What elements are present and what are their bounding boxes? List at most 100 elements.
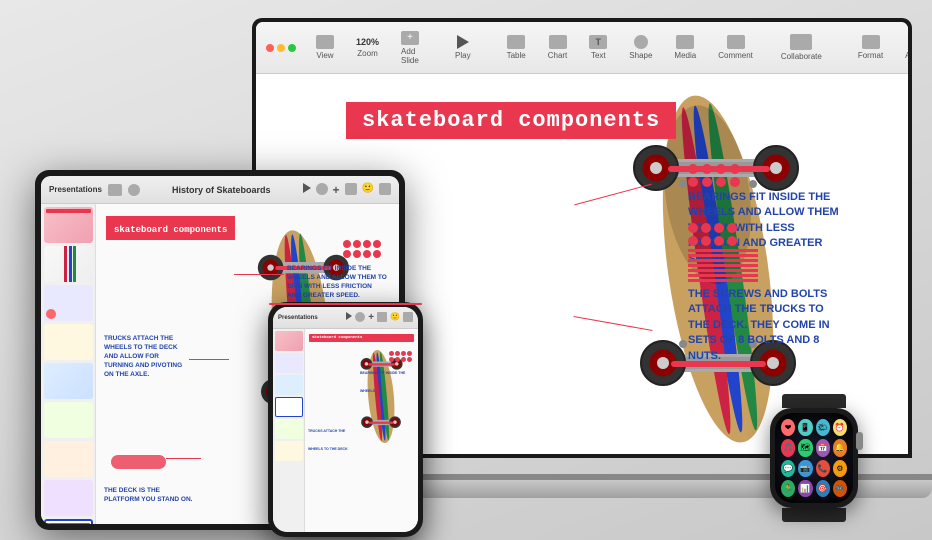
watch-crown <box>856 432 863 450</box>
apple-watch: ❤ 📱 🌤 ⏰ 🎵 🗺 📅 🔔 💬 📷 📞 ⚙ 🏃 📊 🎯 🎮 <box>764 394 864 512</box>
watch-app-camera[interactable]: 📷 <box>798 460 812 477</box>
iphone-thumb-4[interactable] <box>275 397 303 417</box>
watch-body: ❤ 📱 🌤 ⏰ 🎵 🗺 📅 🔔 💬 📷 📞 ⚙ 🏃 📊 🎯 🎮 <box>770 408 858 508</box>
iphone-thumb-2[interactable] <box>275 353 303 373</box>
toolbar-chart[interactable]: Chart <box>540 35 576 60</box>
watch-app-phone[interactable]: 📱 <box>798 419 812 436</box>
toolbar-add-slide[interactable]: + Add Slide <box>393 31 427 65</box>
iphone-thumb-1[interactable] <box>275 331 303 351</box>
iphone: Presentations + 🙂 <box>268 302 423 537</box>
bearings-dots-row1 <box>688 164 848 174</box>
ipad-slides-icon[interactable] <box>108 184 122 196</box>
watch-app-games[interactable]: 🎮 <box>833 480 847 497</box>
dot <box>727 236 737 246</box>
screw-line <box>688 259 758 262</box>
iphone-screen: Presentations + 🙂 <box>273 307 418 532</box>
watch-app-calendar[interactable]: 📅 <box>816 439 830 456</box>
dot <box>714 236 724 246</box>
ipad-export-icon[interactable] <box>379 183 391 195</box>
watch-app-notifications[interactable]: 🔔 <box>833 439 847 456</box>
iphone-plus-icon[interactable]: + <box>368 312 374 323</box>
ipad-emoji-icon[interactable]: 🙂 <box>362 183 374 197</box>
dot <box>716 164 726 174</box>
iphone-slide-title: skateboard components <box>312 336 362 340</box>
toolbar-collaborate[interactable]: Collaborate <box>773 34 830 61</box>
ipad-presentations-label[interactable]: Presentations <box>49 185 102 194</box>
iphone-play-icon[interactable] <box>346 312 352 320</box>
screw-line <box>688 254 758 257</box>
dot <box>727 223 737 233</box>
ipad-connector-1 <box>234 274 284 275</box>
toolbar-format[interactable]: Format <box>850 35 891 60</box>
ipad-topbar: Presentations History of Skateboards + 🙂 <box>41 176 399 204</box>
ipad-sidebar <box>41 204 96 524</box>
toolbar-comment[interactable]: Comment <box>710 35 761 60</box>
iphone-thumb-6[interactable] <box>275 441 303 461</box>
watch-app-clock[interactable]: ⏰ <box>833 419 847 436</box>
watch-app-settings[interactable]: ⚙ <box>833 460 847 477</box>
dot <box>730 164 740 174</box>
watch-app-maps[interactable]: 🗺 <box>798 439 812 456</box>
ipad-thumb-9[interactable] <box>44 519 93 524</box>
watch-app-fitness[interactable]: 🏃 <box>781 480 795 497</box>
ipad-thumb-5[interactable] <box>44 363 93 399</box>
iphone-thumb-5[interactable] <box>275 419 303 439</box>
iphone-mini-text-2: TRUCKS ATTACH THE WHEELS TO THE DECK <box>308 419 353 455</box>
ipad-slide-title-banner: skateboard components <box>106 216 235 240</box>
dot <box>688 177 698 187</box>
screw-line <box>688 269 758 272</box>
toolbar-view[interactable]: View <box>308 35 342 60</box>
toolbar-table[interactable]: Table <box>499 35 534 60</box>
ipad-thumb-1[interactable] <box>44 207 93 243</box>
ipad-trucks-text: TRUCKS ATTACH THE WHEELS TO THE DECK AND… <box>104 334 189 379</box>
screws-annotation: THE SCREWS AND BOLTS ATTACH THE TRUCKS T… <box>688 223 848 364</box>
watch-app-heart[interactable]: ❤ <box>781 419 795 436</box>
ipad-thumb-7[interactable] <box>44 441 93 477</box>
toolbar-zoom[interactable]: 120% Zoom <box>348 37 387 58</box>
watch-app-phone2[interactable]: 📞 <box>816 460 830 477</box>
screw-line <box>688 249 758 252</box>
watch-strap-top <box>782 394 846 408</box>
toolbar-shape[interactable]: Shape <box>621 35 660 60</box>
watch-app-music[interactable]: 🎵 <box>781 439 795 456</box>
iphone-more-icon[interactable] <box>377 312 387 322</box>
ipad-share-icon[interactable] <box>316 183 328 195</box>
ipad-info-icon[interactable] <box>128 184 140 196</box>
macbook-toolbar: View 120% Zoom + Add Slide Play <box>256 22 908 74</box>
dot <box>688 164 698 174</box>
ipad-thumb-2[interactable] <box>44 246 93 282</box>
bearings-dots-row2 <box>688 177 848 187</box>
watch-app-activity[interactable]: 📊 <box>798 480 812 497</box>
ipad-toolbar-icons: + 🙂 <box>303 183 391 197</box>
ipad-deck-text: THE DECK IS THE PLATFORM YOU STAND ON. <box>104 486 194 504</box>
ipad-slide-title: skateboard components <box>114 225 227 235</box>
screws-lines-graphic <box>688 249 848 282</box>
toolbar-text[interactable]: T Text <box>581 35 615 60</box>
watch-app-reminders[interactable]: 🎯 <box>816 480 830 497</box>
watch-app-messages[interactable]: 💬 <box>781 460 795 477</box>
dot <box>701 236 711 246</box>
iphone-emoji-icon[interactable]: 🙂 <box>390 312 400 323</box>
ipad-thumb-6[interactable] <box>44 402 93 438</box>
ipad-presentation-title: History of Skateboards <box>146 185 297 195</box>
iphone-thumb-3[interactable] <box>275 375 303 395</box>
iphone-export-icon[interactable] <box>403 312 413 322</box>
toolbar-animate[interactable]: Animate <box>897 35 908 60</box>
dot <box>688 223 698 233</box>
iphone-presentations-label[interactable]: Presentations <box>278 315 318 321</box>
toolbar-play[interactable]: Play <box>447 35 479 60</box>
dot <box>730 177 740 187</box>
ipad-thumb-3[interactable] <box>44 285 93 321</box>
screw-line <box>688 274 758 277</box>
ipad-bearings-dots <box>343 240 381 258</box>
iphone-slide-title-banner: skateboard components <box>309 334 414 342</box>
toolbar-media[interactable]: Media <box>666 35 704 60</box>
ipad-play-icon[interactable] <box>303 183 311 193</box>
ipad-plus-icon[interactable]: + <box>333 183 340 197</box>
ipad-thumb-4[interactable] <box>44 324 93 360</box>
watch-app-weather[interactable]: 🌤 <box>816 419 830 436</box>
ipad-more-icon[interactable] <box>345 183 357 195</box>
ipad-thumb-8[interactable] <box>44 480 93 516</box>
iphone-share-icon[interactable] <box>355 312 365 322</box>
iphone-sidebar <box>273 329 305 532</box>
